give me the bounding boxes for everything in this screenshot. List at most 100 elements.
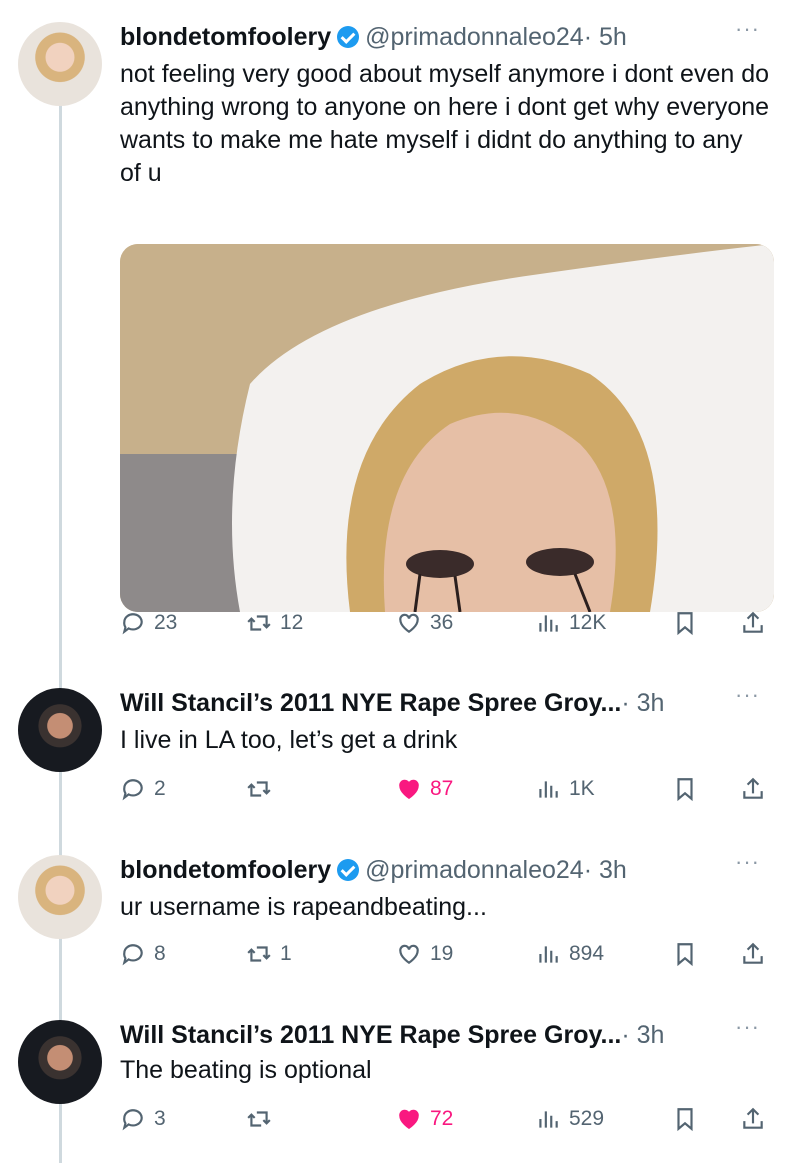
bookmark-icon: [677, 778, 693, 802]
handle[interactable]: @primadonnaleo24: [365, 23, 584, 51]
tweet-text: not feeling very good about myself anymo…: [120, 60, 770, 187]
tweet-text: ur username is rapeandbeating...: [120, 893, 487, 921]
share-button[interactable]: [740, 776, 766, 802]
avatar[interactable]: [18, 22, 102, 106]
share-icon: [743, 942, 763, 964]
reply-button[interactable]: 2: [120, 776, 166, 802]
share-icon: [743, 777, 763, 799]
tweet[interactable]: blondetomfoolery @primadonnaleo24· 5h ···…: [0, 16, 792, 662]
share-button[interactable]: [740, 941, 766, 967]
like-count: 87: [430, 777, 454, 800]
views-icon: [539, 781, 558, 798]
bookmark-icon: [677, 1108, 693, 1132]
reply-icon: [122, 1109, 143, 1131]
avatar[interactable]: [18, 855, 102, 939]
bookmark-button[interactable]: [672, 776, 698, 802]
more-options-icon[interactable]: ···: [735, 682, 760, 708]
retweet-icon: [247, 946, 271, 962]
bookmark-button[interactable]: [672, 941, 698, 967]
bookmark-icon: [677, 612, 693, 636]
handle[interactable]: @primadonnaleo24: [365, 856, 584, 884]
heart-icon: [399, 1109, 419, 1129]
tweet-header: blondetomfoolery @primadonnaleo24· 5h: [120, 22, 627, 52]
bookmark-icon: [677, 943, 693, 967]
reply-count: 23: [154, 611, 178, 634]
display-name[interactable]: blondetomfoolery: [120, 856, 331, 884]
tweet[interactable]: Will Stancil’s 2011 NYE Rape Spree Groy.…: [0, 1014, 792, 1160]
more-options-icon[interactable]: ···: [735, 1014, 760, 1040]
reply-button[interactable]: 3: [120, 1106, 166, 1132]
timestamp[interactable]: · 3h: [621, 689, 664, 717]
more-options-icon[interactable]: ···: [735, 16, 760, 42]
display-name[interactable]: Will Stancil’s 2011 NYE Rape Spree Groy.…: [120, 1021, 621, 1049]
retweet-button[interactable]: [246, 776, 280, 802]
timestamp[interactable]: · 3h: [621, 1021, 664, 1049]
bookmark-button[interactable]: [672, 1106, 698, 1132]
tweet-actions: 8 1 19 894: [0, 941, 792, 973]
share-icon: [743, 611, 763, 633]
bookmark-button[interactable]: [672, 610, 698, 636]
tweet-header: blondetomfoolery @primadonnaleo24· 3h: [120, 855, 627, 885]
reply-icon: [122, 779, 143, 801]
views-button[interactable]: 529: [535, 1106, 604, 1132]
retweet-icon: [247, 781, 271, 797]
tweet-image[interactable]: [120, 244, 774, 612]
verified-badge-icon: [337, 859, 360, 881]
selfie-photo: [120, 244, 774, 612]
share-button[interactable]: [740, 1106, 766, 1132]
tweet-actions: 2 87 1K: [0, 776, 792, 808]
heart-icon: [399, 779, 419, 799]
like-button[interactable]: 87: [396, 776, 453, 802]
share-icon: [743, 1107, 763, 1129]
view-count: 1K: [569, 777, 595, 800]
like-count: 19: [430, 942, 454, 965]
heart-icon: [399, 944, 419, 964]
display-name[interactable]: Will Stancil’s 2011 NYE Rape Spree Groy.…: [120, 689, 621, 717]
tweet-actions: 3 72 529: [0, 1106, 792, 1138]
tweet[interactable]: Will Stancil’s 2011 NYE Rape Spree Groy.…: [0, 682, 792, 828]
verified-badge-icon: [337, 26, 360, 48]
tweet-actions: 23 12 36 12K: [0, 610, 792, 642]
like-count: 36: [430, 611, 454, 634]
reply-count: 2: [154, 777, 166, 800]
tweet-header: Will Stancil’s 2011 NYE Rape Spree Groy.…: [120, 1020, 664, 1050]
more-options-icon[interactable]: ···: [735, 849, 760, 875]
like-button[interactable]: 36: [396, 610, 453, 636]
reply-button[interactable]: 23: [120, 610, 177, 636]
share-button[interactable]: [740, 610, 766, 636]
views-icon: [539, 946, 558, 963]
views-button[interactable]: 894: [535, 941, 604, 967]
avatar[interactable]: [18, 688, 102, 772]
views-button[interactable]: 12K: [535, 610, 606, 636]
retweet-count: 12: [280, 611, 304, 634]
retweet-button[interactable]: 1: [246, 941, 292, 967]
tweet-header: Will Stancil’s 2011 NYE Rape Spree Groy.…: [120, 688, 664, 718]
reply-count: 8: [154, 942, 166, 965]
reply-icon: [122, 613, 143, 635]
retweet-icon: [247, 615, 271, 631]
avatar[interactable]: [18, 1020, 102, 1104]
views-icon: [539, 615, 558, 632]
tweet[interactable]: blondetomfoolery @primadonnaleo24· 3h ···…: [0, 849, 792, 995]
retweet-button[interactable]: [246, 1106, 280, 1132]
retweet-button[interactable]: 12: [246, 610, 303, 636]
view-count: 529: [569, 1107, 605, 1130]
views-icon: [539, 1111, 558, 1128]
view-count: 12K: [569, 611, 607, 634]
reply-button[interactable]: 8: [120, 941, 166, 967]
tweet-text: The beating is optional: [120, 1056, 372, 1084]
reply-count: 3: [154, 1107, 166, 1130]
like-count: 72: [430, 1107, 454, 1130]
views-button[interactable]: 1K: [535, 776, 595, 802]
timestamp[interactable]: · 3h: [584, 856, 627, 884]
like-button[interactable]: 72: [396, 1106, 453, 1132]
view-count: 894: [569, 942, 605, 965]
retweet-icon: [247, 1111, 271, 1127]
heart-icon: [399, 613, 419, 633]
timestamp[interactable]: · 5h: [584, 23, 627, 51]
display-name[interactable]: blondetomfoolery: [120, 23, 331, 51]
like-button[interactable]: 19: [396, 941, 453, 967]
retweet-count: 1: [280, 942, 292, 965]
reply-icon: [122, 944, 143, 966]
tweet-text: I live in LA too, let’s get a drink: [120, 726, 458, 754]
